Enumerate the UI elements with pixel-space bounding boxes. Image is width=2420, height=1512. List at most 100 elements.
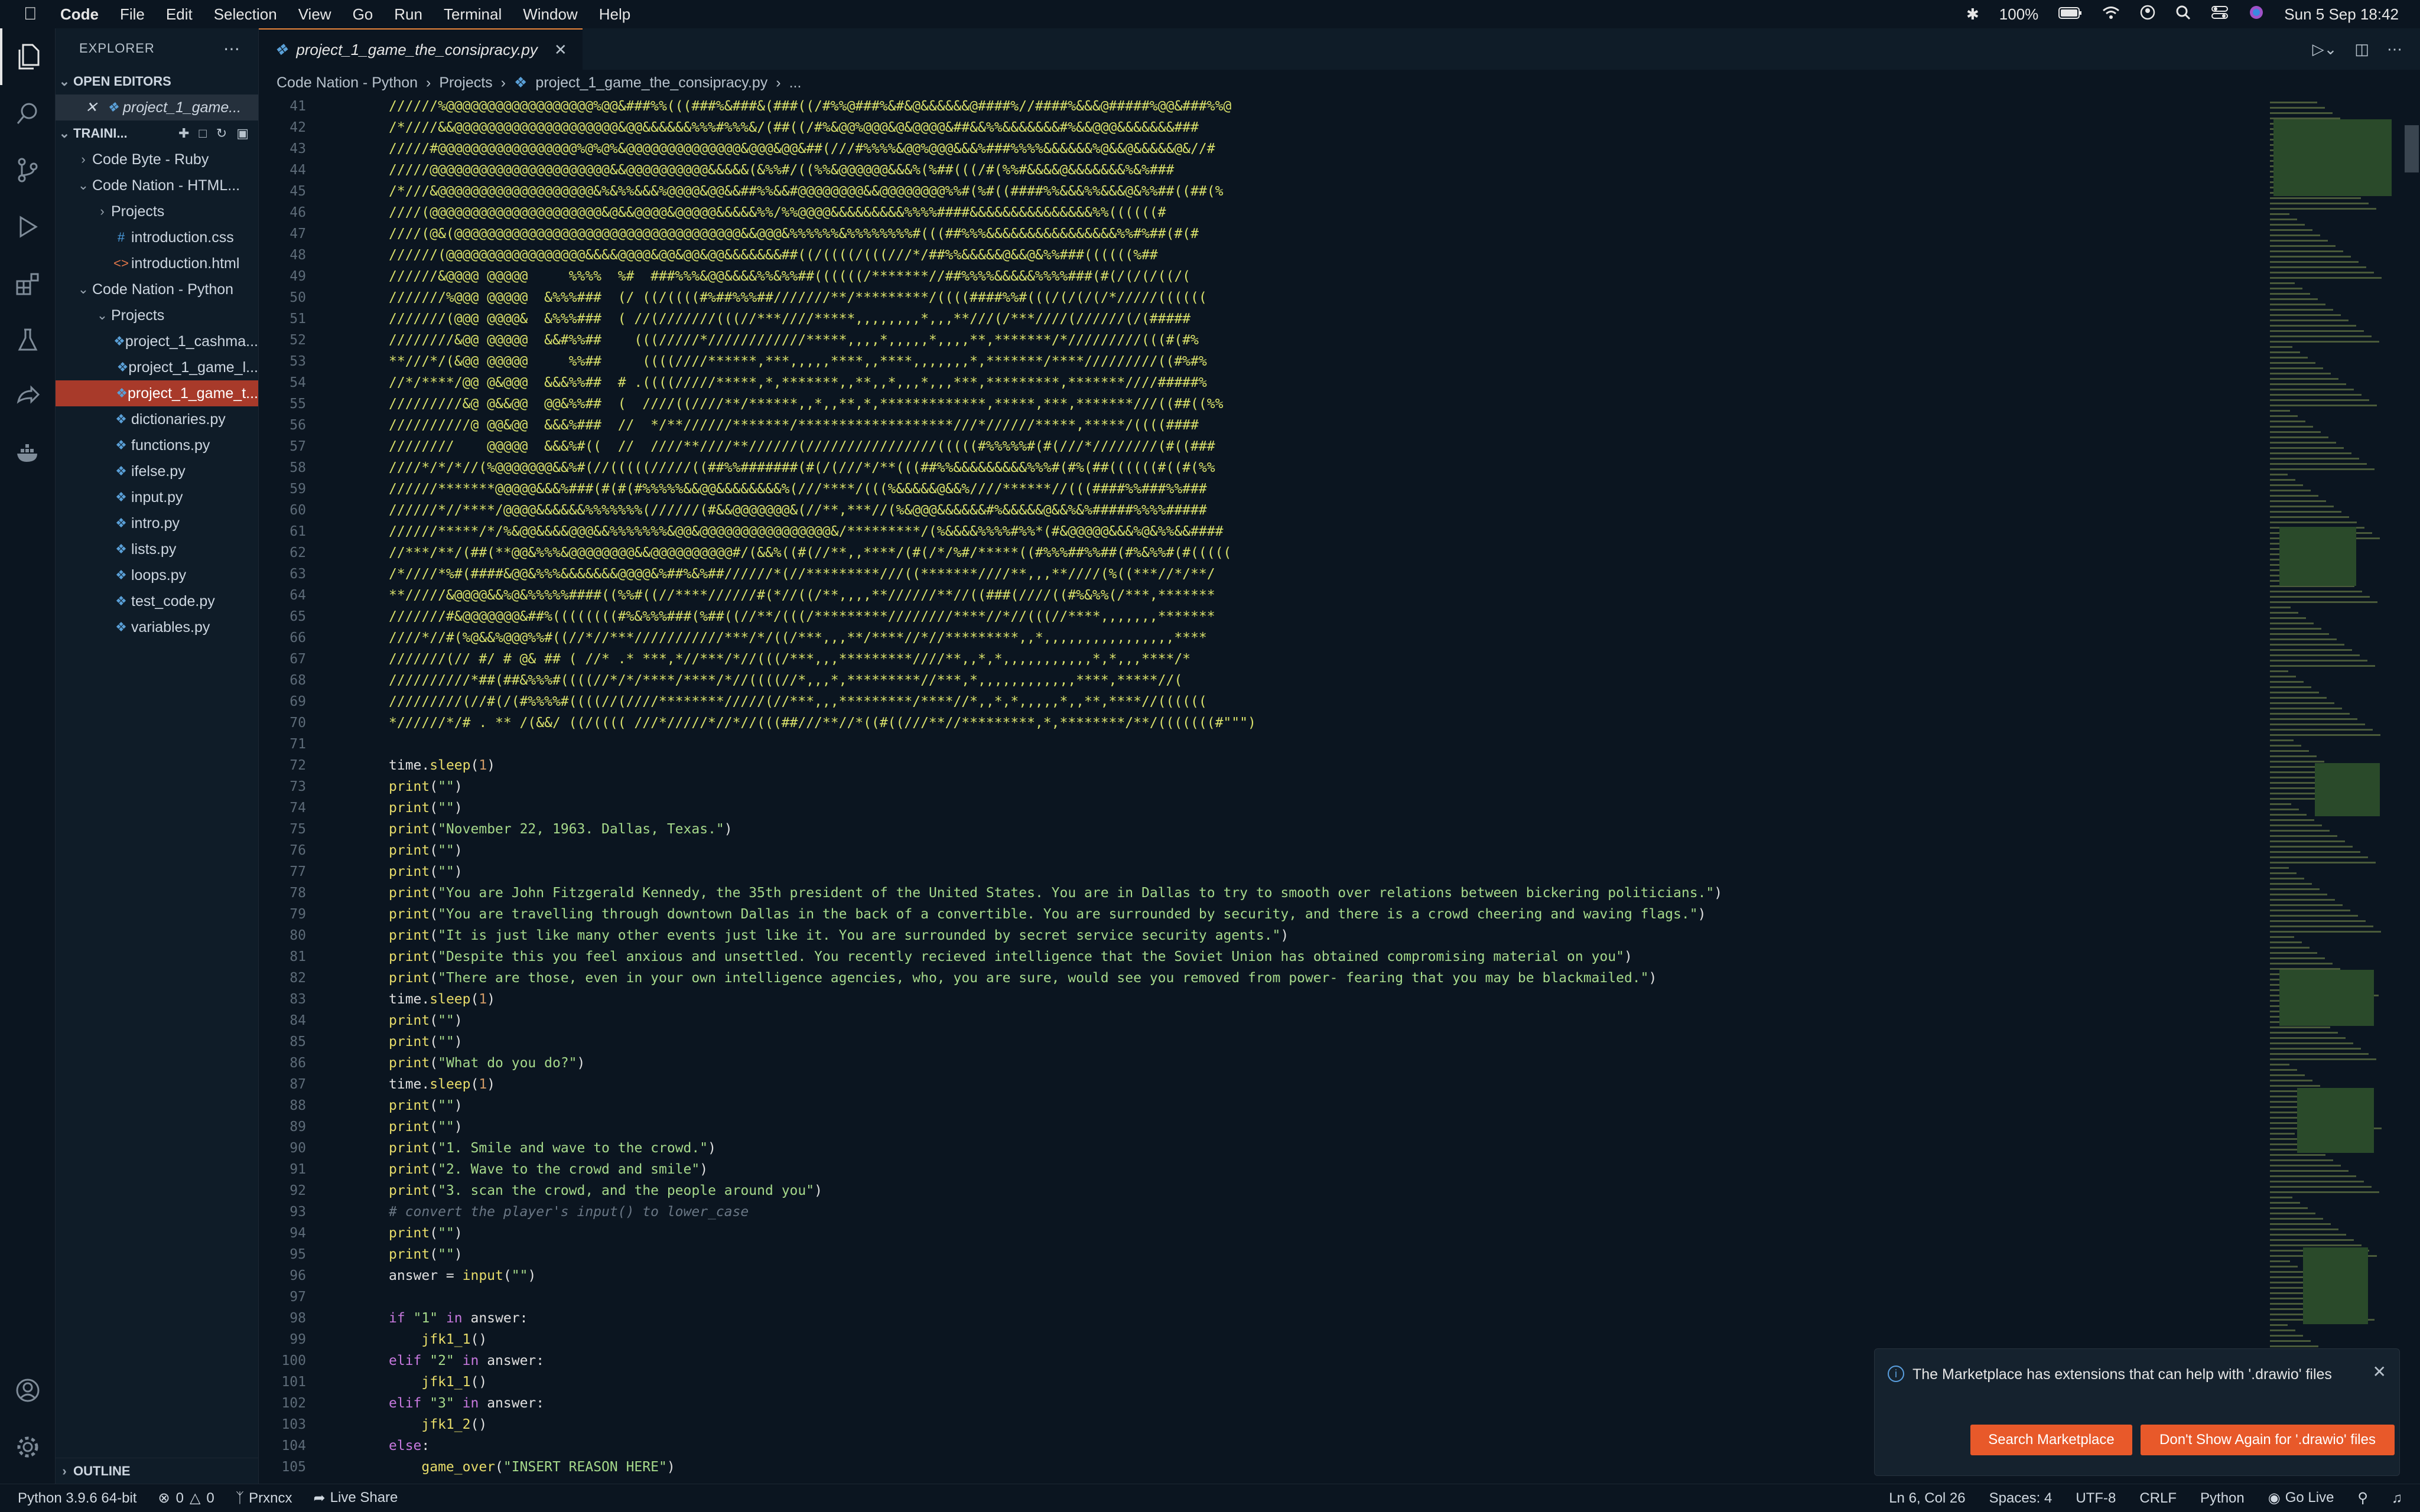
tree-file[interactable]: ❖ loops.py — [56, 562, 258, 588]
control-center-icon[interactable] — [2211, 5, 2229, 24]
live-share-status[interactable]: ➦ Live Share — [314, 1490, 398, 1507]
tree-folder[interactable]: ⌄ Projects — [56, 302, 258, 328]
siri-icon[interactable] — [2249, 5, 2264, 24]
run-debug-icon[interactable] — [0, 198, 56, 255]
code-line: 78 print("You are John Fitzgerald Kennedy… — [259, 882, 1722, 904]
minimap-line — [2270, 394, 2362, 396]
refresh-icon[interactable]: ↻ — [216, 126, 227, 141]
new-folder-icon[interactable]: □ — [199, 126, 206, 141]
source-control-icon[interactable] — [0, 142, 56, 198]
menu-terminal[interactable]: Terminal — [444, 5, 502, 24]
tree-file[interactable]: ❖ variables.py — [56, 614, 258, 640]
spotlight-search-icon[interactable] — [2175, 5, 2191, 24]
line-number: 98 — [290, 1311, 306, 1326]
code-text: /////#@@@@@@@@@@@@@@@@@%@%@%&@@@@@@@@@@@… — [389, 141, 1215, 157]
split-editor-icon[interactable]: ◫ — [2354, 40, 2369, 58]
dont-show-again-button[interactable]: Don't Show Again for '.drawio' files — [2141, 1425, 2395, 1455]
menu-view[interactable]: View — [298, 5, 331, 24]
language-mode[interactable]: Python — [2200, 1490, 2245, 1507]
cursor-position[interactable]: Ln 6, Col 26 — [1889, 1490, 1965, 1507]
more-actions-icon[interactable]: ⋯ — [223, 39, 240, 58]
live-share-icon[interactable] — [0, 369, 56, 425]
collapse-all-icon[interactable]: ▣ — [236, 126, 249, 141]
run-file-icon[interactable]: ▷⌄ — [2312, 40, 2337, 58]
tree-folder[interactable]: ⌄ Code Nation - HTML... — [56, 172, 258, 198]
tree-file[interactable]: ❖ project_1_game_l... — [56, 354, 258, 380]
menu-help[interactable]: Help — [599, 5, 630, 24]
search-marketplace-button[interactable]: Search Marketplace — [1970, 1425, 2132, 1455]
tree-file[interactable]: ❖ intro.py — [56, 510, 258, 536]
wifi-icon[interactable] — [2102, 5, 2120, 24]
vertical-scrollbar[interactable] — [2403, 96, 2420, 1484]
testing-flask-icon[interactable] — [0, 312, 56, 369]
code-token: ) — [454, 1013, 463, 1028]
docker-icon[interactable] — [0, 425, 56, 482]
new-file-icon[interactable]: ✚ — [178, 126, 189, 141]
menubar-clock[interactable]: Sun 5 Sep 18:42 — [2284, 5, 2399, 24]
breadcrumb-item[interactable]: Code Nation - Python — [277, 74, 418, 92]
tree-folder[interactable]: › Code Byte - Ruby — [56, 146, 258, 172]
settings-gear-icon[interactable] — [0, 1419, 56, 1475]
breadcrumb-item[interactable]: project_1_game_the_consipracy.py — [535, 74, 767, 92]
feedback-icon[interactable]: ⚲ — [2357, 1490, 2368, 1507]
breadcrumb-item[interactable]: ... — [789, 74, 802, 92]
open-editors-section[interactable]: ⌄ OPEN EDITORS — [56, 69, 258, 94]
indentation[interactable]: Spaces: 4 — [1989, 1490, 2053, 1507]
tree-file[interactable]: # introduction.css — [56, 224, 258, 250]
close-tab-icon[interactable]: ✕ — [554, 41, 567, 59]
tree-file[interactable]: ❖ project_1_cashma... — [56, 328, 258, 354]
menu-go[interactable]: Go — [353, 5, 373, 24]
menu-run[interactable]: Run — [394, 5, 422, 24]
problems-indicator[interactable]: ⊗ 0 △ 0 — [158, 1490, 214, 1507]
line-number: 96 — [290, 1268, 306, 1283]
code-text: //***/**/(##(**@@&%%%&@@@@@@@@&&@@@@@@@@… — [389, 545, 1232, 561]
tree-file[interactable]: ❖ functions.py — [56, 432, 258, 458]
tree-file[interactable]: ❖ ifelse.py — [56, 458, 258, 484]
tree-file[interactable]: ❖ project_1_game_t... — [56, 380, 258, 406]
code-token: ( — [430, 822, 438, 837]
search-icon[interactable] — [0, 85, 56, 142]
minimap[interactable] — [2268, 96, 2403, 1484]
minimap-line — [2270, 1202, 2300, 1204]
close-icon[interactable]: ✕ — [85, 99, 103, 116]
code-editor[interactable]: 41 //////%@@@@@@@@@@@@@@@@@@%@@&###%%(((#… — [259, 96, 2268, 1484]
tree-file[interactable]: ❖ test_code.py — [56, 588, 258, 614]
minimap-line — [2270, 755, 2317, 757]
more-actions-icon[interactable]: ⋯ — [2387, 40, 2402, 58]
bluetooth-icon[interactable]: ✱ — [1966, 5, 1979, 24]
battery-icon[interactable] — [2058, 5, 2082, 24]
minimap-line — [2270, 931, 2381, 933]
scrollbar-thumb[interactable] — [2405, 125, 2419, 172]
menu-file[interactable]: File — [120, 5, 145, 24]
accounts-icon[interactable] — [0, 1362, 56, 1419]
breadcrumb-item[interactable]: Projects — [439, 74, 492, 92]
end-of-line[interactable]: CRLF — [2139, 1490, 2177, 1507]
encoding[interactable]: UTF-8 — [2076, 1490, 2116, 1507]
close-icon[interactable]: ✕ — [2373, 1362, 2386, 1381]
line-number: 72 — [290, 758, 306, 773]
tree-folder[interactable]: › Projects — [56, 198, 258, 224]
tree-file[interactable]: <> introduction.html — [56, 250, 258, 276]
outline-section[interactable]: › OUTLINE — [56, 1458, 259, 1484]
tree-file[interactable]: ❖ lists.py — [56, 536, 258, 562]
python-interpreter[interactable]: Python 3.9.6 64-bit — [18, 1490, 136, 1507]
menu-window[interactable]: Window — [523, 5, 577, 24]
explorer-files-icon[interactable] — [0, 28, 56, 85]
menu-edit[interactable]: Edit — [166, 5, 193, 24]
tree-file[interactable]: ❖ input.py — [56, 484, 258, 510]
user-icon[interactable] — [2140, 5, 2155, 24]
minimap-line — [2270, 750, 2309, 752]
menu-app[interactable]: Code — [60, 5, 99, 24]
workspace-section[interactable]: ⌄ TRAINI... ✚ □ ↻ ▣ — [56, 120, 258, 146]
tab-active-file[interactable]: ❖ project_1_game_the_consipracy.py ✕ — [259, 28, 583, 70]
open-editor-item[interactable]: ✕ ❖ project_1_game... — [56, 94, 258, 120]
code-token: sleep — [430, 1077, 471, 1092]
menu-selection[interactable]: Selection — [214, 5, 277, 24]
go-live-status[interactable]: ◉ Go Live — [2268, 1490, 2334, 1507]
apple-icon[interactable]:  — [24, 4, 41, 24]
tree-file[interactable]: ❖ dictionaries.py — [56, 406, 258, 432]
notifications-bell-icon[interactable]: ♫ — [2392, 1490, 2402, 1507]
tree-folder[interactable]: ⌄ Code Nation - Python — [56, 276, 258, 302]
user-status[interactable]: ᛉ Prxncx — [236, 1490, 292, 1507]
extensions-icon[interactable] — [0, 255, 56, 312]
